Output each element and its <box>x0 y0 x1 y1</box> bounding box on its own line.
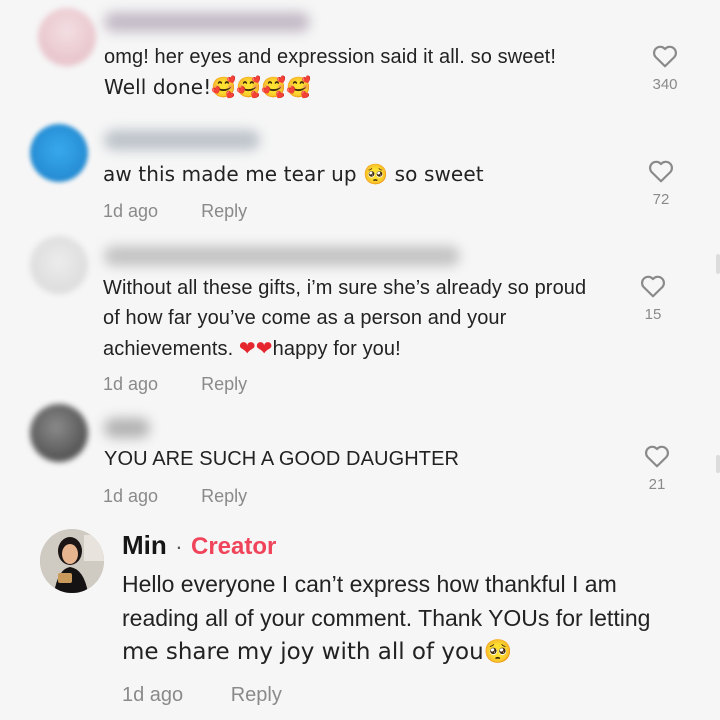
comment-timestamp: 1d ago <box>122 684 184 706</box>
scrollbar[interactable] <box>716 254 720 274</box>
comment-text: Hello everyone I can’t express how thank… <box>122 567 650 669</box>
comment-meta: 1d ago Reply <box>122 684 282 707</box>
comment-text-line: me share my joy with all of you🥺 <box>122 639 513 665</box>
creator-avatar[interactable] <box>40 529 104 593</box>
creator-comment: Min · Creator Hello everyone I can’t exp… <box>0 0 720 720</box>
creator-header: Min · Creator <box>122 530 276 561</box>
scrollbar[interactable] <box>716 455 720 473</box>
separator-dot: · <box>175 534 183 559</box>
creator-badge: Creator <box>191 533 277 560</box>
person-photo-icon <box>40 529 104 593</box>
comment-text-line: Hello everyone I can’t express how thank… <box>122 571 617 597</box>
creator-username[interactable]: Min <box>122 530 167 560</box>
comment-text-line: reading all of your comment. Thank YOUs … <box>122 605 651 631</box>
reply-button[interactable]: Reply <box>231 684 282 706</box>
